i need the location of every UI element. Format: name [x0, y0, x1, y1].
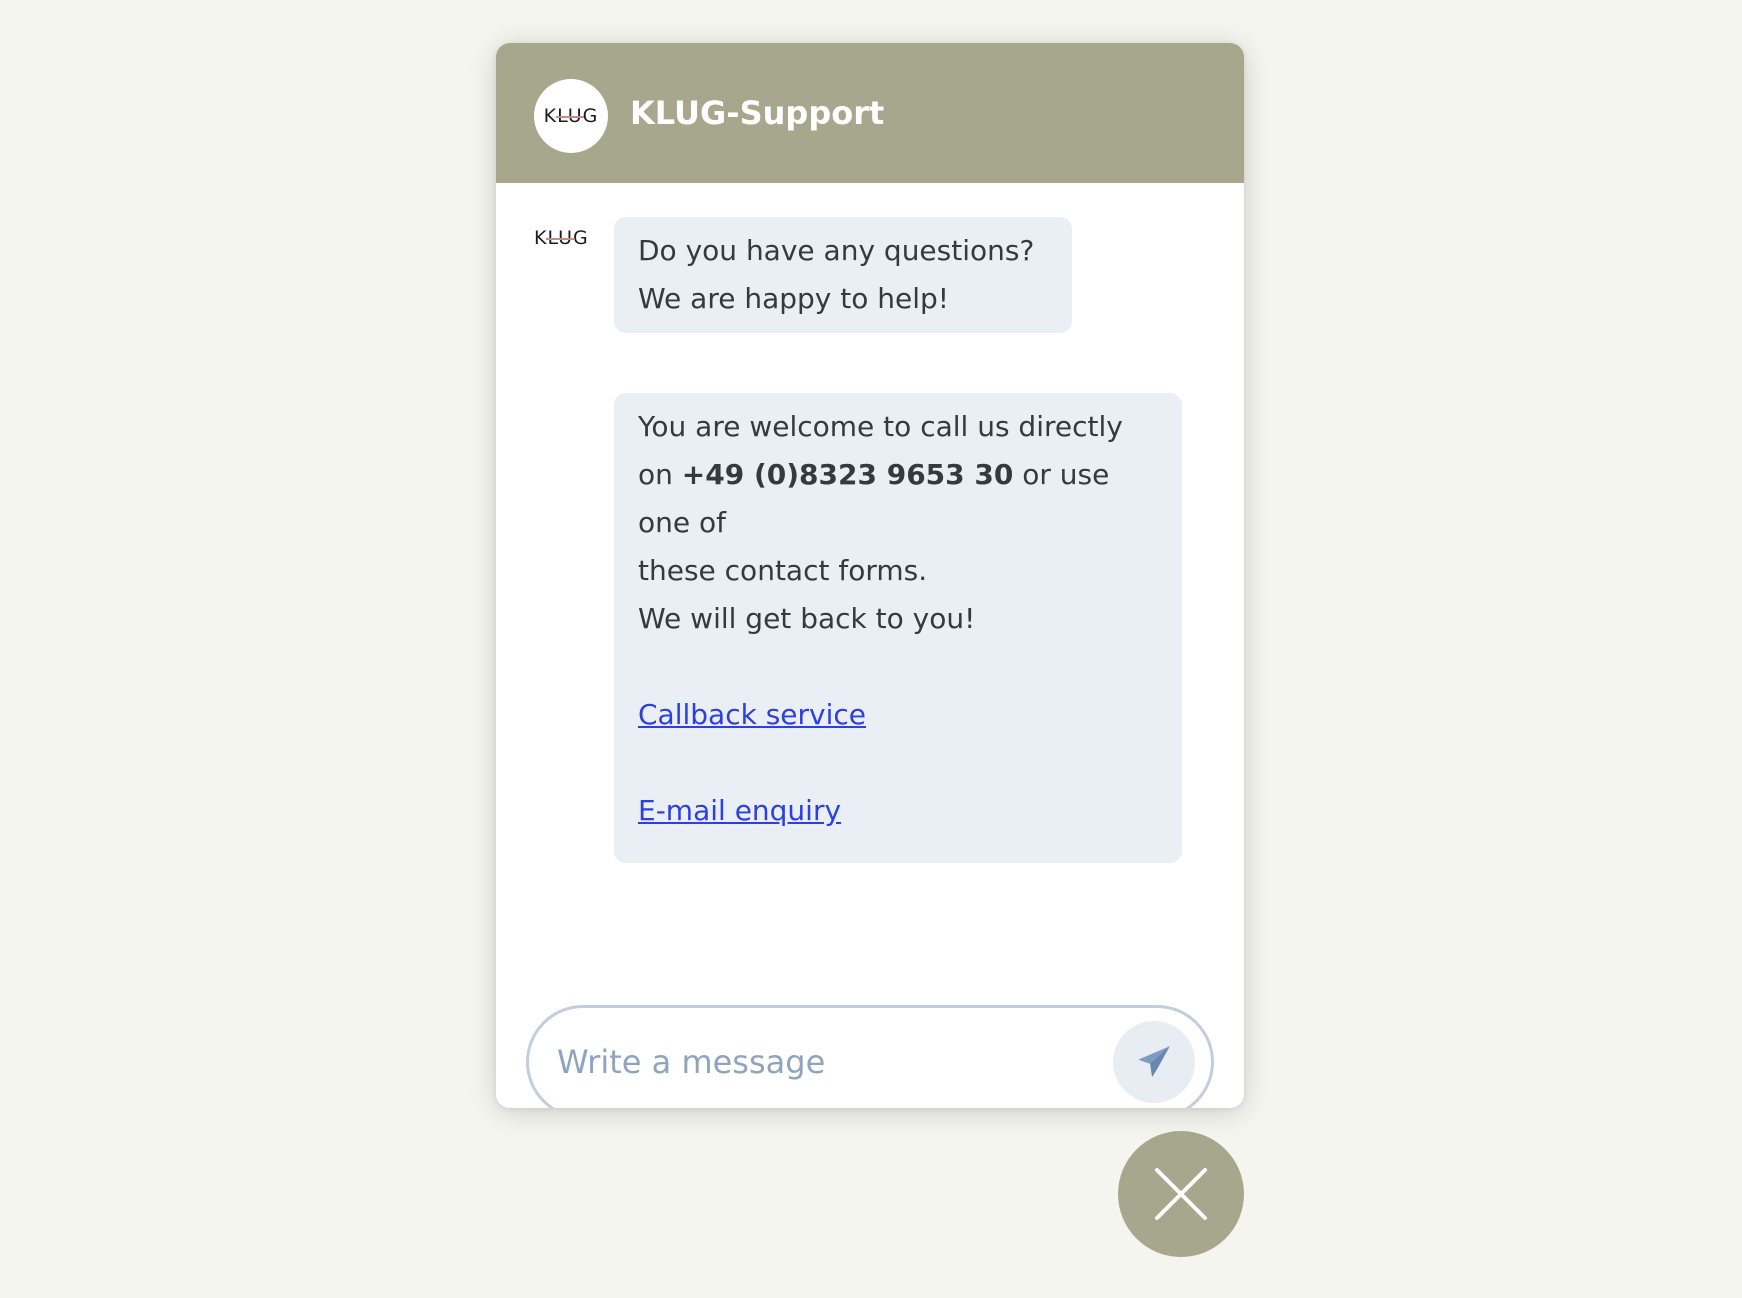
logo-strike	[546, 238, 575, 241]
message-input[interactable]	[557, 1026, 1097, 1098]
message-text: on	[638, 458, 682, 491]
message-text: We will get back to you!	[638, 602, 976, 635]
chat-header: KLUG KLUG-Support	[496, 43, 1244, 183]
header-avatar: KLUG	[534, 79, 608, 153]
link-line: E-mail enquiry	[638, 787, 1158, 835]
callback-service-link[interactable]: Callback service	[638, 698, 866, 731]
bot-logo: KLUG	[534, 227, 589, 249]
close-chat-button[interactable]	[1118, 1131, 1244, 1257]
message-bubble: Do you have any questions? We are happy …	[614, 217, 1072, 333]
message-text: Do you have any questions? We are happy …	[638, 234, 1035, 315]
link-line: Callback service	[638, 691, 1158, 739]
message-composer	[526, 1005, 1214, 1108]
message-bubble: You are welcome to call us directly on +…	[614, 393, 1182, 863]
message-text: You are welcome to call us directly	[638, 410, 1123, 443]
paper-plane-icon	[1138, 1046, 1170, 1078]
message-text: these contact forms.	[638, 554, 928, 587]
logo-strike	[555, 116, 585, 119]
chat-body: KLUG Do you have any questions? We are h…	[496, 183, 1244, 1108]
header-logo: KLUG	[544, 106, 599, 126]
close-icon	[1155, 1168, 1207, 1220]
email-enquiry-link[interactable]: E-mail enquiry	[638, 794, 841, 827]
phone-number: +49 (0)8323 9653 30	[681, 458, 1014, 491]
chat-title: KLUG-Support	[630, 94, 885, 132]
chat-window: KLUG KLUG-Support KLUG Do you have any q…	[496, 43, 1244, 1108]
bot-avatar: KLUG	[534, 229, 589, 248]
send-button[interactable]	[1113, 1021, 1195, 1103]
message-line: You are welcome to call us directly on +…	[638, 403, 1158, 643]
